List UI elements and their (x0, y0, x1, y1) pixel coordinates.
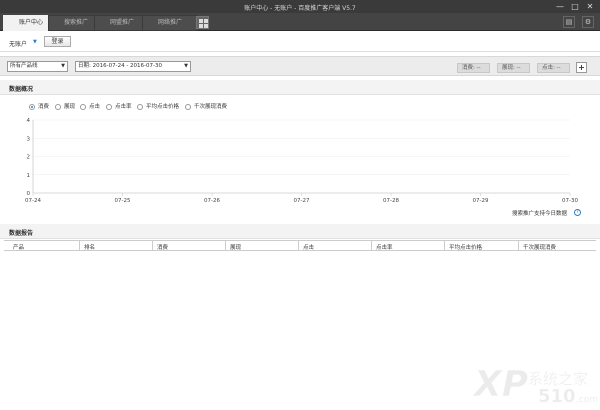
radio-icon (80, 104, 86, 110)
radio-icon (185, 104, 191, 110)
y-tick-label: 2 (27, 155, 31, 161)
column-divider (371, 241, 372, 251)
x-tick-label: 07-29 (473, 198, 489, 204)
y-tick-label: 1 (27, 173, 31, 179)
column-header-rank[interactable]: 排名 (84, 243, 95, 251)
title-bar: 账户中心 - 无账户 - 百度推广客户端 V5.7 — □ ✕ (0, 0, 600, 13)
tab-network-promotion[interactable]: 网络推广 (142, 15, 198, 31)
column-header-avg-cpc[interactable]: 平均点击价格 (449, 243, 482, 251)
column-header-product[interactable]: 产品 (13, 243, 24, 251)
x-tick-label: 07-30 (562, 198, 578, 204)
svg-text:.com: .com (576, 395, 598, 405)
x-tick-label: 07-28 (383, 198, 399, 204)
overview-chart: 0 1 2 3 4 07-24 07-25 07-26 07-27 07-28 07-29 07-30 (25, 118, 578, 204)
chevron-down-icon: ▼ (61, 63, 65, 69)
product-line-select[interactable]: 所有产品线 ▼ (7, 61, 68, 72)
site-watermark-logo: XP 系统之家 510 .com (472, 364, 598, 408)
column-divider (152, 241, 153, 251)
radio-icon (106, 104, 112, 110)
chevron-down-icon[interactable]: ▼ (33, 39, 37, 45)
svg-text:XP: XP (472, 364, 528, 405)
message-icon[interactable]: ▤ (563, 16, 575, 28)
today-data-note: 搜索推广支持今日数据 (512, 211, 568, 217)
overview-title: 数据概况 (9, 86, 34, 93)
minimize-button[interactable]: — (554, 1, 566, 12)
spend-filter-pill[interactable]: 消费: -- (457, 63, 490, 73)
gear-icon[interactable]: ⚙ (582, 16, 594, 28)
x-tick-label: 07-24 (25, 198, 41, 204)
grid-icon[interactable] (196, 16, 209, 29)
column-header-impressions[interactable]: 展现 (230, 243, 241, 251)
impression-filter-pill[interactable]: 展现: -- (497, 63, 530, 73)
column-header-clicks[interactable]: 点击 (303, 243, 314, 251)
column-header-spend[interactable]: 消费 (157, 243, 168, 251)
column-divider (225, 241, 226, 251)
date-range-select[interactable]: 日期: 2016-07-24 - 2016-07-30 ▼ (75, 61, 191, 72)
column-divider (518, 241, 519, 251)
column-divider (298, 241, 299, 251)
report-header: 数据报告 (0, 224, 600, 239)
filter-bar: 所有产品线 ▼ 日期: 2016-07-24 - 2016-07-30 ▼ 消费… (0, 56, 600, 76)
close-button[interactable]: ✕ (584, 1, 596, 12)
x-tick-label: 07-26 (204, 198, 220, 204)
svg-text:510: 510 (538, 386, 576, 407)
column-divider (444, 241, 445, 251)
radio-icon (137, 104, 143, 110)
chevron-down-icon: ▼ (184, 63, 188, 69)
login-button[interactable]: 登录 (44, 36, 71, 47)
radio-selected-icon (29, 104, 35, 110)
column-header-ctr[interactable]: 点击率 (376, 243, 393, 251)
account-bar: 无账户 ▼ 登录 (0, 31, 600, 52)
tab-bar: 账户中心 搜索推广 网盟推广 网络推广 ▤ ⚙ (0, 13, 600, 31)
y-tick-label: 0 (27, 191, 31, 197)
account-name[interactable]: 无账户 (9, 39, 27, 48)
maximize-button[interactable]: □ (569, 1, 581, 12)
column-header-cpm[interactable]: 千次展现消费 (523, 243, 556, 251)
click-filter-pill[interactable]: 点击: -- (537, 63, 570, 73)
window-title: 账户中心 - 无账户 - 百度推广客户端 V5.7 (244, 5, 356, 12)
report-title: 数据报告 (9, 230, 34, 237)
y-tick-label: 4 (27, 118, 31, 124)
report-table-header: 产品 排名 消费 展现 点击 点击率 平均点击价格 千次展现消费 (4, 240, 596, 251)
date-range-value: 日期: 2016-07-24 - 2016-07-30 (78, 63, 163, 69)
overview-header: 数据概况 (0, 80, 600, 95)
product-line-value: 所有产品线 (10, 63, 38, 69)
x-tick-label: 07-27 (294, 198, 310, 204)
help-icon[interactable]: ? (574, 209, 581, 216)
y-tick-label: 3 (27, 136, 31, 142)
add-filter-button[interactable]: + (576, 62, 587, 73)
x-tick-label: 07-25 (115, 198, 131, 204)
column-divider (79, 241, 80, 251)
app-window: 账户中心 - 无账户 - 百度推广客户端 V5.7 — □ ✕ 账户中心 搜索推… (0, 0, 600, 410)
radio-icon (55, 104, 61, 110)
